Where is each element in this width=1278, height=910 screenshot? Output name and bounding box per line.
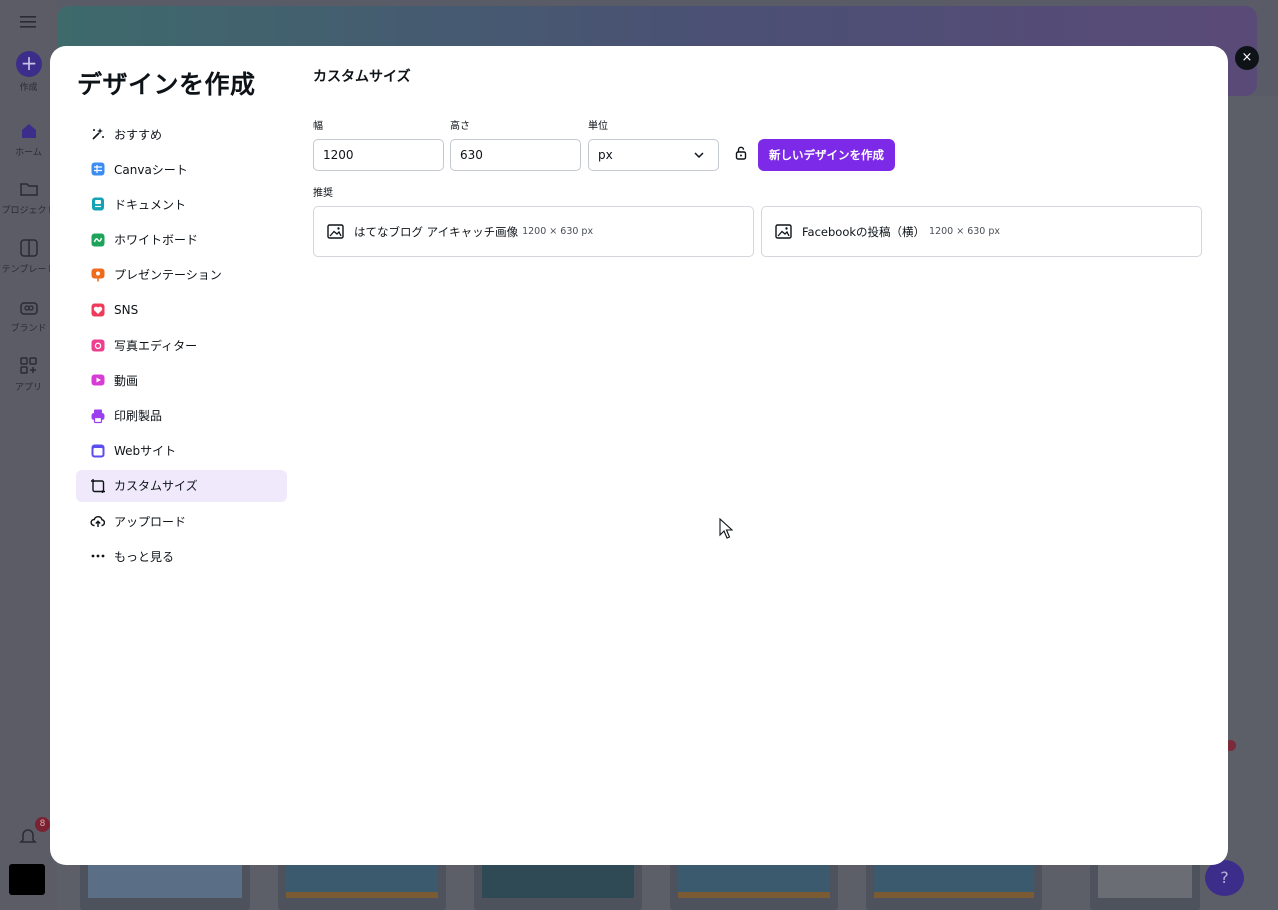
sidebar-item-website[interactable]: Webサイト xyxy=(76,435,287,467)
design-type-list: おすすめ Canvaシート ドキュメント ホワイトボード プレゼンテーション S… xyxy=(76,118,287,575)
mouse-cursor-icon xyxy=(719,518,733,539)
rail-label: ブランド xyxy=(10,324,47,334)
unit-select[interactable]: px xyxy=(588,139,719,171)
avatar[interactable] xyxy=(9,864,45,895)
help-button[interactable]: ? xyxy=(1205,860,1244,896)
rail-label: 作成 xyxy=(19,83,38,93)
print-icon xyxy=(90,408,106,424)
rail-item-home[interactable]: ホーム xyxy=(0,120,57,158)
folder-icon xyxy=(19,183,38,196)
recommended-item-facebook[interactable]: Facebookの投稿（横） 1200 × 630 px xyxy=(761,206,1202,257)
rail-item-projects[interactable]: プロジェクト xyxy=(0,178,57,216)
height-input[interactable]: 630 xyxy=(450,139,581,171)
sidebar-item-document[interactable]: ドキュメント xyxy=(76,188,287,220)
sidebar-item-photo-editor[interactable]: 写真エディター xyxy=(76,329,287,361)
recommended-item-name: はてなブログ アイキャッチ画像 xyxy=(354,224,519,239)
create-design-modal: デザインを作成 おすすめ Canvaシート ドキュメント ホワイトボード プレゼ… xyxy=(50,46,1228,865)
sidebar-item-custom-size[interactable]: カスタムサイズ xyxy=(76,469,287,502)
recommended-item-hatena[interactable]: はてなブログ アイキャッチ画像 1200 × 630 px xyxy=(313,206,754,257)
height-label: 高さ xyxy=(450,121,470,132)
width-input[interactable]: 1200 xyxy=(313,139,444,171)
sidebar-item-label: 動画 xyxy=(114,373,139,388)
sidebar-item-canva-sheet[interactable]: Canvaシート xyxy=(76,153,287,185)
sidebar-item-presentation[interactable]: プレゼンテーション xyxy=(76,259,287,291)
sidebar-item-video[interactable]: 動画 xyxy=(76,364,287,396)
sidebar-item-label: 写真エディター xyxy=(114,338,198,353)
sidebar-item-label: アップロード xyxy=(114,514,187,529)
rail-item-templates[interactable]: テンプレート xyxy=(0,237,57,275)
sidebar-item-label: ドキュメント xyxy=(114,197,187,212)
unit-label: 単位 xyxy=(588,121,608,132)
presentation-icon xyxy=(90,267,106,283)
menu-icon[interactable] xyxy=(18,14,38,30)
image-icon xyxy=(327,224,344,239)
template-icon xyxy=(19,239,38,257)
lock-icon[interactable] xyxy=(734,145,748,161)
modal-title: デザインを作成 xyxy=(77,70,256,99)
width-value: 1200 xyxy=(323,148,354,162)
video-icon xyxy=(90,372,106,388)
camera-icon xyxy=(90,337,106,353)
image-icon xyxy=(775,224,792,239)
chevron-down-icon xyxy=(694,152,704,159)
heart-icon xyxy=(90,302,106,318)
width-label: 幅 xyxy=(313,121,323,132)
sidebar-item-more[interactable]: もっと見る xyxy=(76,540,287,572)
custom-size-icon xyxy=(90,478,106,494)
sidebar-item-label: SNS xyxy=(114,302,139,317)
rail-item-apps[interactable]: アプリ xyxy=(0,355,57,393)
sidebar-item-sns[interactable]: SNS xyxy=(76,294,287,326)
sidebar-item-label: ホワイトボード xyxy=(114,233,199,248)
document-icon xyxy=(90,196,106,212)
whiteboard-icon xyxy=(90,232,106,248)
height-value: 630 xyxy=(460,148,483,162)
apps-icon xyxy=(19,357,37,374)
rail-item-brand[interactable]: ブランド xyxy=(0,296,57,334)
sparkle-icon xyxy=(90,126,106,142)
home-icon xyxy=(21,124,36,138)
app-sidebar: + 作成 ホーム プロジェクト テンプレート ブランド アプリ 8 xyxy=(0,0,57,910)
close-button[interactable]: × xyxy=(1235,46,1259,70)
rail-label: プロジェクト xyxy=(1,206,56,216)
sidebar-item-label: もっと見る xyxy=(114,549,175,564)
recommended-label: 推奨 xyxy=(313,188,333,199)
recommended-item-size: 1200 × 630 px xyxy=(522,226,594,237)
create-new-design-button[interactable]: 新しいデザインを作成 xyxy=(758,139,895,171)
rail-label: ホーム xyxy=(15,148,42,158)
create-button[interactable]: + xyxy=(16,51,42,77)
upload-icon xyxy=(90,513,106,529)
sidebar-item-label: Webサイト xyxy=(114,444,177,459)
sidebar-item-whiteboard[interactable]: ホワイトボード xyxy=(76,224,287,256)
panel-title: カスタムサイズ xyxy=(313,69,411,85)
sidebar-item-label: プレゼンテーション xyxy=(114,268,222,283)
sidebar-item-label: Canvaシート xyxy=(114,162,188,177)
recommended-item-size: 1200 × 630 px xyxy=(929,226,1001,237)
sidebar-item-label: カスタムサイズ xyxy=(114,479,198,494)
sidebar-item-print[interactable]: 印刷製品 xyxy=(76,400,287,432)
sidebar-item-recommended[interactable]: おすすめ xyxy=(76,118,287,150)
notification-badge: 8 xyxy=(35,817,50,832)
sidebar-item-label: おすすめ xyxy=(114,127,163,142)
website-icon xyxy=(90,443,106,459)
rail-label: アプリ xyxy=(14,383,42,393)
recommended-item-name: Facebookの投稿（横） xyxy=(802,224,926,239)
rail-label: テンプレート xyxy=(1,265,56,275)
unit-value: px xyxy=(598,148,613,162)
sidebar-item-upload[interactable]: アップロード xyxy=(76,505,287,537)
more-icon xyxy=(90,548,106,564)
sidebar-item-label: 印刷製品 xyxy=(114,409,163,423)
brand-icon xyxy=(19,302,38,315)
rail-item-create[interactable]: 作成 xyxy=(0,80,57,93)
sheet-icon xyxy=(90,161,106,177)
